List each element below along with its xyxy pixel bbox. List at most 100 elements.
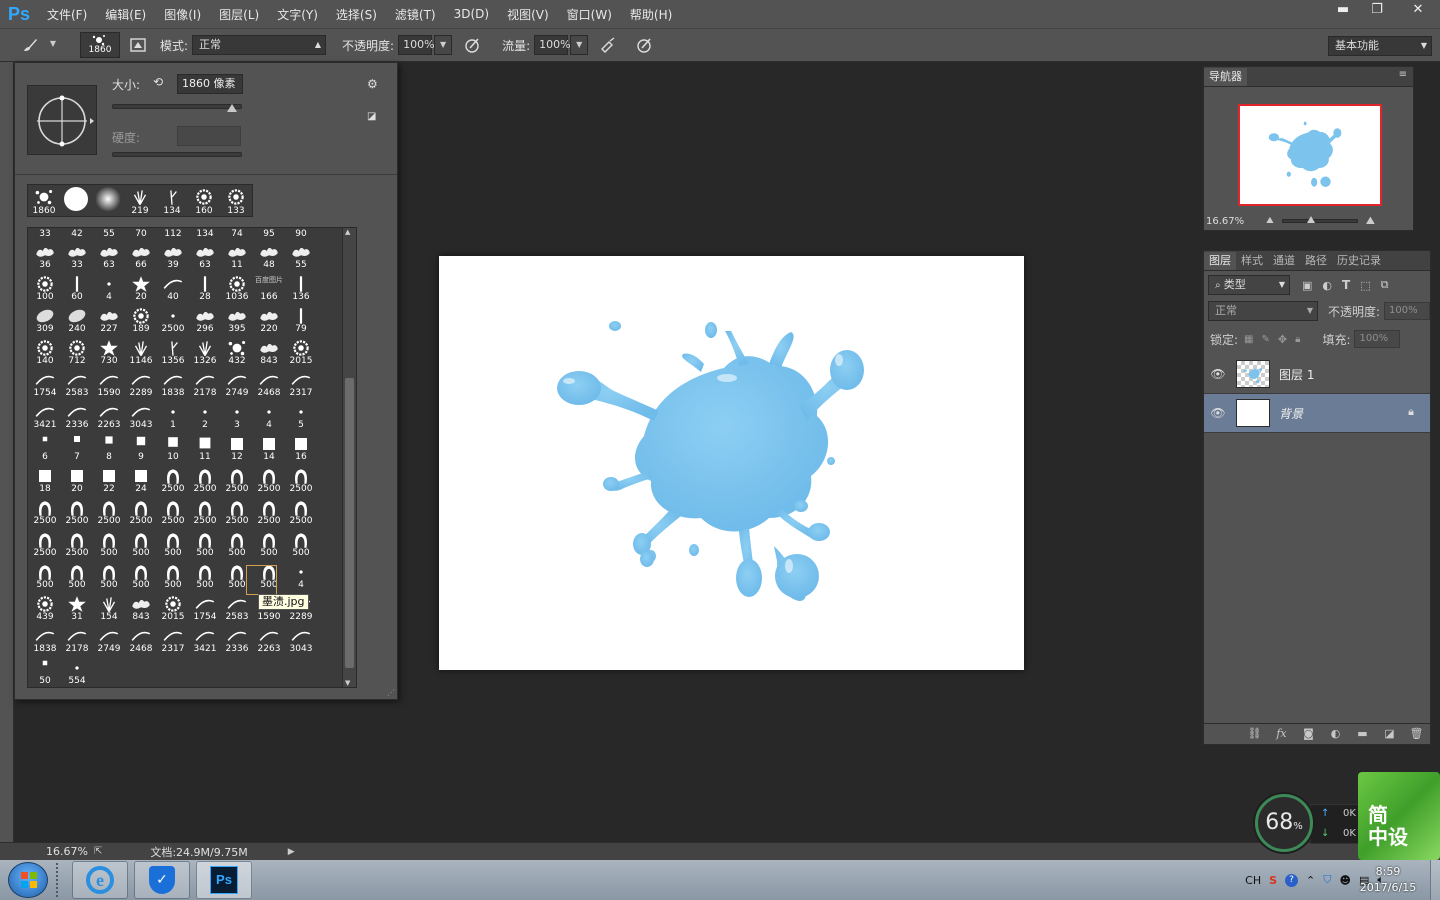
status-menu-arrow-icon[interactable]: ▶ [288,847,295,857]
brush-preset-cell[interactable]: 554 [61,655,93,687]
lock-all-icon[interactable]: 🔒︎ [1295,334,1300,345]
brush-preset-cell[interactable]: 2500 [61,495,93,527]
brush-preset-cell[interactable]: 500 [189,527,221,559]
reset-size-icon[interactable]: ⟲ [153,75,163,89]
start-button[interactable] [8,862,48,898]
opacity-input[interactable]: 100% [398,35,435,55]
tab-layers[interactable]: 图层 [1204,252,1236,270]
brush-preset-cell[interactable]: 500 [125,559,157,591]
brush-preset-cell[interactable]: 2749 [221,367,253,399]
brush-preset-cell[interactable]: 2500 [253,463,285,495]
brush-preset-cell[interactable]: 2336 [61,399,93,431]
brush-preset-cell[interactable]: 2500 [29,495,61,527]
brush-preset-cell[interactable]: 1146 [125,335,157,367]
brush-preset-cell[interactable]: 79 [285,303,317,335]
brush-preset-picker[interactable]: 1860 [80,32,120,58]
mask-icon[interactable]: ◙ [1295,727,1322,740]
navigator-zoom-slider[interactable] [1281,216,1358,223]
brush-preset-cell[interactable]: 2 [189,399,221,431]
brush-preset-cell[interactable]: 2500 [61,527,93,559]
brush-preset-cell[interactable]: 500 [125,527,157,559]
brush-preset-cell[interactable]: 500 [61,559,93,591]
brush-preset-cell[interactable]: 136 [285,271,317,303]
tools-panel-edge[interactable] [0,62,14,842]
brush-preset-cell[interactable]: 2500 [189,463,221,495]
brush-preset-cell[interactable]: 48 [253,239,285,271]
flow-input[interactable]: 100% [534,35,571,55]
taskbar-clock[interactable]: 8:59 2017/6/15 [1350,864,1426,896]
menu-help[interactable]: 帮助(H) [621,6,681,23]
recent-brush[interactable]: 133 [220,185,252,217]
recent-brush[interactable]: 160 [188,185,220,217]
brush-preset-cell[interactable]: 2500 [93,495,125,527]
brush-preset-cell[interactable]: 2317 [285,367,317,399]
brush-preset-cell[interactable]: 36 [29,239,61,271]
brush-preset-cell[interactable]: 730 [93,335,125,367]
brush-preset-cell[interactable]: 12 [221,431,253,463]
layer-1-name[interactable]: 图层 1 [1279,366,1314,383]
brush-preset-cell[interactable]: 11 [189,431,221,463]
brush-preset-cell[interactable]: 2500 [157,303,189,335]
brush-preset-cell[interactable]: 500 [157,527,189,559]
recent-brush[interactable]: 134 [156,185,188,217]
scrollbar-thumb[interactable] [345,378,354,668]
brush-preset-cell[interactable]: 60 [61,271,93,303]
brush-preset-cell[interactable]: 3043 [285,623,317,655]
brush-preset-cell[interactable]: 8 [93,431,125,463]
zoom-slider-thumb[interactable] [1306,216,1315,223]
menu-file[interactable]: 文件(F) [38,6,96,23]
brush-preset-cell[interactable]: 2263 [93,399,125,431]
brush-preset-cell[interactable]: 189 [125,303,157,335]
brush-preset-cell[interactable]: 500 [221,527,253,559]
tab-paths[interactable]: 路径 [1300,252,1332,270]
brush-preset-cell[interactable]: 1036 [221,271,253,303]
brush-preset-cell[interactable]: 1838 [157,367,189,399]
export-icon[interactable]: ⇱ [94,846,102,857]
photoshop-logo[interactable]: Ps [0,4,38,25]
brush-preset-cell[interactable]: 10 [157,431,189,463]
menu-image[interactable]: 图像(I) [155,6,210,23]
brush-panel-toggle-icon[interactable] [126,33,150,57]
filter-pixel-icon[interactable]: ▣ [1302,279,1312,292]
taskbar-security-button[interactable]: ✓ [134,861,190,899]
brush-preset-cell[interactable]: 3 [221,399,253,431]
fill-input[interactable]: 100% [1354,330,1401,348]
filter-type-icon[interactable]: T [1342,278,1350,292]
brush-preset-cell[interactable]: 2500 [285,463,317,495]
brush-preset-cell[interactable]: 220 [253,303,285,335]
brush-preset-cell[interactable]: 100 [29,271,61,303]
brush-preset-cell[interactable]: 843 [125,591,157,623]
brush-preset-cell[interactable]: 4 [285,559,317,591]
brush-preset-cell[interactable]: 2178 [189,367,221,399]
brush-preset-cell[interactable]: 500 [253,527,285,559]
brush-preset-cell[interactable]: 2015 [285,335,317,367]
tab-history[interactable]: 历史记录 [1332,252,1386,270]
pressure-opacity-icon[interactable] [460,33,484,57]
brush-preset-cell[interactable]: 28 [189,271,221,303]
brush-preset-cell[interactable]: 240 [61,303,93,335]
recent-brush[interactable] [60,185,92,217]
document-canvas[interactable] [439,256,1024,670]
recent-brush[interactable] [92,185,124,217]
brush-preset-cell[interactable]: 500 [93,559,125,591]
brush-preset-cell[interactable]: 11 [221,239,253,271]
menu-type[interactable]: 文字(Y) [268,6,327,23]
flow-dropdown[interactable]: ▼ [570,35,589,55]
gear-icon[interactable]: ⚙ [367,77,378,91]
zoom-level[interactable]: 16.67% [46,845,88,858]
brush-preset-cell[interactable]: 1754 [29,367,61,399]
adjustment-layer-icon[interactable]: ◐ [1322,727,1349,740]
brush-preset-cell[interactable]: 16 [285,431,317,463]
brush-preset-cell[interactable]: 40 [157,271,189,303]
brush-preset-cell[interactable]: 296 [189,303,221,335]
restore-button[interactable]: ❐ [1362,0,1392,22]
brush-preset-cell[interactable]: 22 [93,463,125,495]
airbrush-icon[interactable] [596,33,620,57]
brush-preset-cell[interactable]: 500 [189,559,221,591]
taskbar-photoshop-button[interactable]: Ps [196,861,252,899]
brush-preset-cell[interactable]: 432 [221,335,253,367]
brush-preset-cell[interactable]: 2500 [221,495,253,527]
lock-position-icon[interactable]: ✥ [1278,333,1287,346]
brush-preset-cell[interactable]: 9 [125,431,157,463]
scroll-up-icon[interactable]: ▲ [345,228,350,236]
